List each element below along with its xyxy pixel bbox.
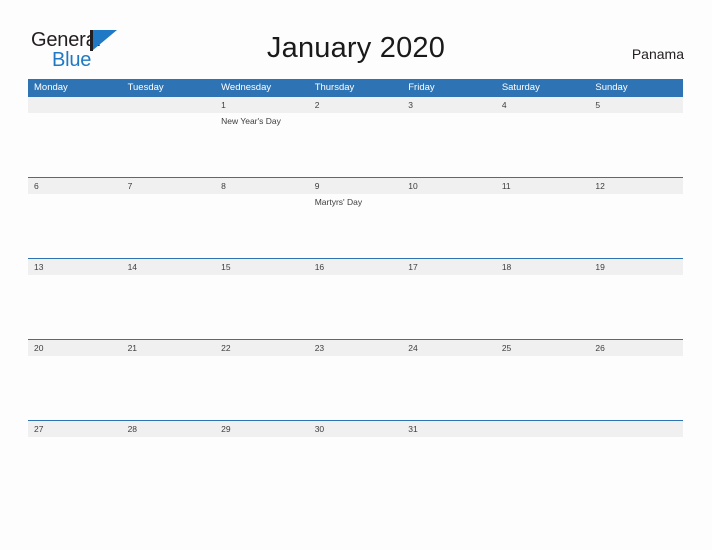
day-event[interactable]: [28, 275, 122, 338]
day-number[interactable]: 8: [215, 178, 309, 194]
day-number[interactable]: 3: [402, 97, 496, 113]
week-row: 20 21 22 23 24 25 26: [28, 339, 683, 420]
day-number[interactable]: 30: [309, 421, 403, 437]
day-event[interactable]: [215, 275, 309, 338]
day-number[interactable]: 12: [589, 178, 683, 194]
day-event[interactable]: [589, 113, 683, 176]
day-number[interactable]: 16: [309, 259, 403, 275]
day-event[interactable]: [402, 437, 496, 500]
day-event[interactable]: [402, 113, 496, 176]
day-number[interactable]: 17: [402, 259, 496, 275]
day-number[interactable]: 2: [309, 97, 403, 113]
weekday-header-tuesday: Tuesday: [127, 82, 164, 93]
day-event[interactable]: [122, 194, 216, 257]
weekday-header-thursday: Thursday: [314, 82, 355, 93]
weekday-header-wednesday: Wednesday: [221, 82, 272, 93]
day-event[interactable]: [309, 275, 403, 338]
day-number[interactable]: 4: [496, 97, 590, 113]
day-event[interactable]: [589, 275, 683, 338]
day-number[interactable]: 19: [589, 259, 683, 275]
day-number[interactable]: 27: [28, 421, 122, 437]
day-number[interactable]: 25: [496, 340, 590, 356]
week-row: 13 14 15 16 17 18 19: [28, 258, 683, 339]
day-event[interactable]: [402, 275, 496, 338]
day-event[interactable]: [215, 356, 309, 419]
day-event[interactable]: [496, 275, 590, 338]
day-number[interactable]: 1: [215, 97, 309, 113]
week-event-band: [28, 275, 683, 338]
weekday-header-sunday: Sunday: [595, 82, 628, 93]
day-number[interactable]: 20: [28, 340, 122, 356]
day-event[interactable]: [496, 356, 590, 419]
week-event-band: New Year's Day: [28, 113, 683, 176]
weekday-header-row: Monday Tuesday Wednesday Thursday Friday…: [28, 79, 683, 96]
day-number[interactable]: 28: [122, 421, 216, 437]
day-number[interactable]: 23: [309, 340, 403, 356]
day-event[interactable]: [122, 275, 216, 338]
day-number[interactable]: 11: [496, 178, 590, 194]
day-number[interactable]: 5: [589, 97, 683, 113]
day-event[interactable]: [496, 437, 590, 500]
day-number[interactable]: 29: [215, 421, 309, 437]
day-event[interactable]: [28, 113, 122, 176]
day-event[interactable]: [589, 194, 683, 257]
day-number[interactable]: 13: [28, 259, 122, 275]
day-event[interactable]: [589, 437, 683, 500]
week-date-band: 20 21 22 23 24 25 26: [28, 340, 683, 356]
day-event[interactable]: [28, 194, 122, 257]
day-event[interactable]: New Year's Day: [215, 113, 309, 176]
region-label: Panama: [631, 46, 684, 62]
week-date-band: 6 7 8 9 10 11 12: [28, 178, 683, 194]
day-number[interactable]: 31: [402, 421, 496, 437]
day-number[interactable]: 26: [589, 340, 683, 356]
week-event-band: [28, 437, 683, 500]
day-number[interactable]: 7: [122, 178, 216, 194]
day-event[interactable]: [309, 113, 403, 176]
day-number[interactable]: [28, 97, 122, 113]
day-number[interactable]: 10: [402, 178, 496, 194]
calendar-grid: Monday Tuesday Wednesday Thursday Friday…: [28, 79, 683, 501]
page-header: General Blue January 2020 Panama: [0, 0, 712, 78]
week-row: 1 2 3 4 5 New Year's Day: [28, 96, 683, 177]
day-event[interactable]: [589, 356, 683, 419]
week-row: 27 28 29 30 31: [28, 420, 683, 501]
day-event[interactable]: [122, 113, 216, 176]
day-event[interactable]: [122, 437, 216, 500]
week-date-band: 13 14 15 16 17 18 19: [28, 259, 683, 275]
day-number[interactable]: 21: [122, 340, 216, 356]
weekday-header-monday: Monday: [34, 82, 68, 93]
week-event-band: [28, 356, 683, 419]
day-number[interactable]: 22: [215, 340, 309, 356]
day-event[interactable]: [28, 437, 122, 500]
day-number[interactable]: [589, 421, 683, 437]
week-date-band: 1 2 3 4 5: [28, 97, 683, 113]
day-event[interactable]: [309, 356, 403, 419]
week-event-band: Martyrs' Day: [28, 194, 683, 257]
weekday-header-saturday: Saturday: [501, 82, 540, 93]
day-number[interactable]: [122, 97, 216, 113]
day-number[interactable]: 9: [309, 178, 403, 194]
day-event[interactable]: [122, 356, 216, 419]
page-title: January 2020: [266, 32, 446, 64]
day-number[interactable]: 14: [122, 259, 216, 275]
week-date-band: 27 28 29 30 31: [28, 421, 683, 437]
day-event[interactable]: [215, 194, 309, 257]
day-event[interactable]: [28, 356, 122, 419]
day-number[interactable]: 24: [402, 340, 496, 356]
day-event[interactable]: [496, 113, 590, 176]
day-number[interactable]: 15: [215, 259, 309, 275]
day-event[interactable]: [402, 194, 496, 257]
day-event[interactable]: [215, 437, 309, 500]
weekday-header-friday: Friday: [408, 82, 435, 93]
day-number[interactable]: 18: [496, 259, 590, 275]
day-event[interactable]: [402, 356, 496, 419]
week-row: 6 7 8 9 10 11 12 Martyrs' Day: [28, 177, 683, 258]
day-number[interactable]: [496, 421, 590, 437]
day-number[interactable]: 6: [28, 178, 122, 194]
day-event[interactable]: [309, 437, 403, 500]
day-event[interactable]: Martyrs' Day: [309, 194, 403, 257]
day-event[interactable]: [496, 194, 590, 257]
